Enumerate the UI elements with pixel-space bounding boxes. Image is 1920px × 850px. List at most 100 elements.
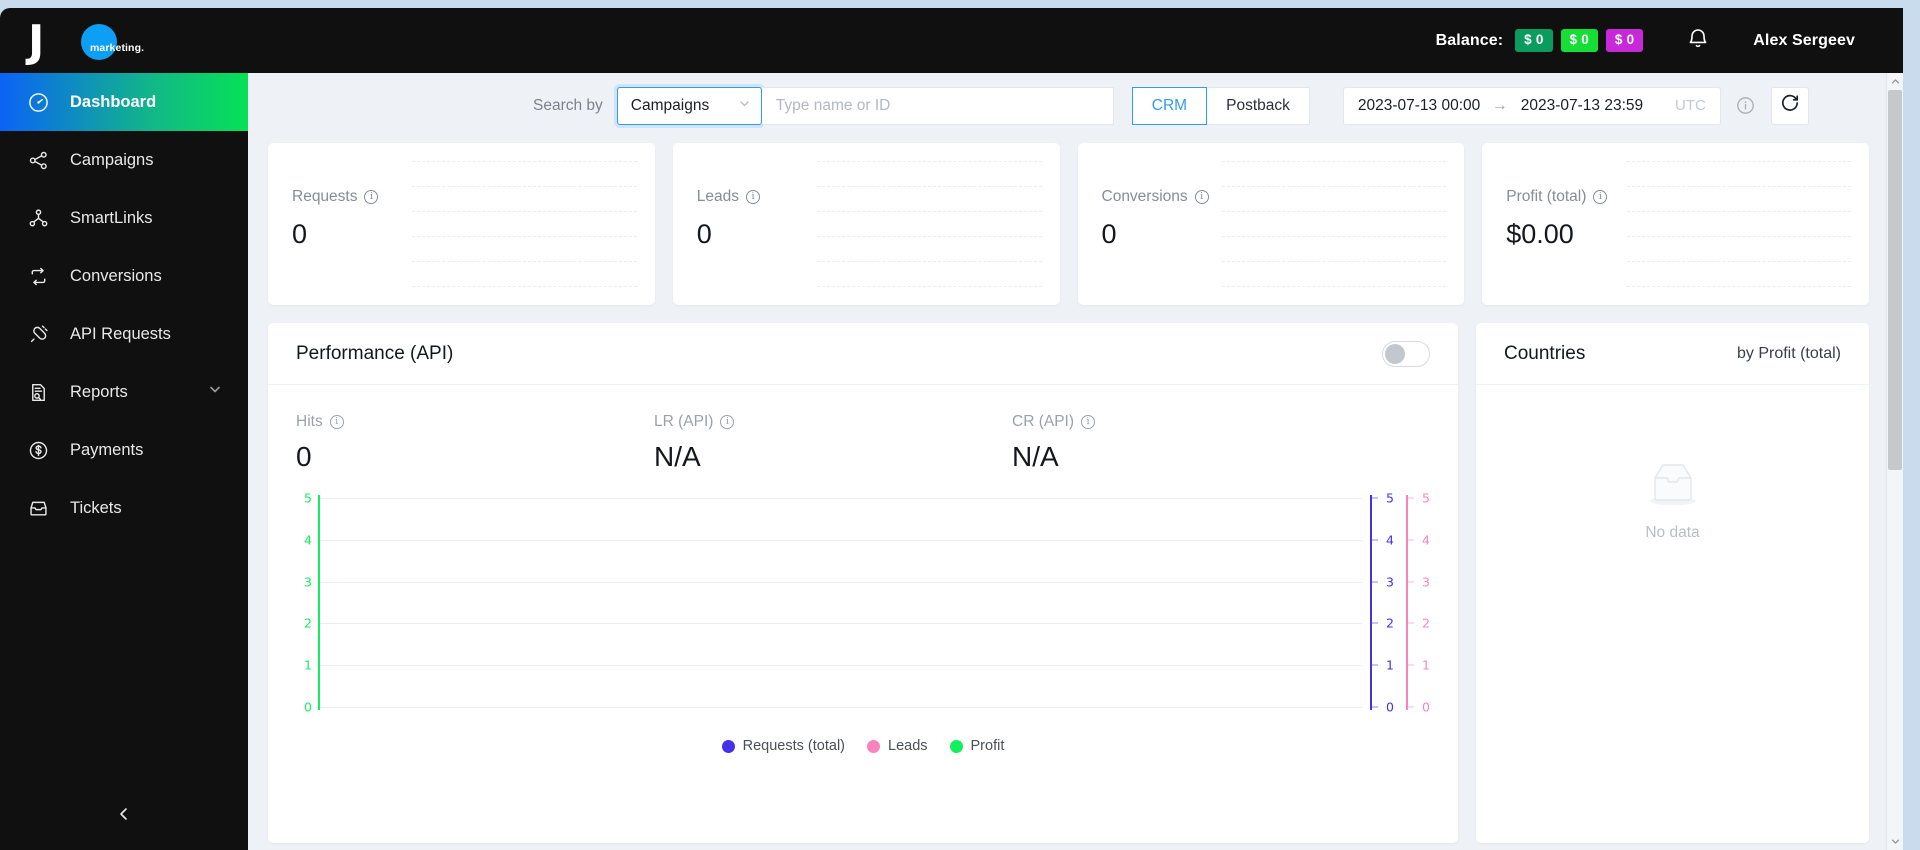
- chevron-down-icon[interactable]: [208, 383, 222, 402]
- chart-gridline: [318, 707, 1362, 708]
- chart-axis-tick-label: 0: [1386, 699, 1394, 715]
- sidebar-item-label: SmartLinks: [70, 208, 153, 227]
- chart-axis-tick-mark: [1408, 539, 1414, 541]
- chart-axis-tick-label: 2: [1386, 615, 1394, 631]
- info-circle-icon[interactable]: i: [745, 190, 760, 204]
- kpi-title-text: Profit (total): [1506, 188, 1587, 205]
- balance-badge[interactable]: $ 0: [1560, 29, 1598, 52]
- kpi-value: 0: [1101, 219, 1117, 249]
- sidebar-item-payments[interactable]: Payments: [0, 421, 248, 479]
- kpi-value: 0: [292, 219, 308, 249]
- info-circle-icon[interactable]: i: [329, 415, 344, 429]
- countries-panel: Countries by Profit (total) No data: [1476, 323, 1869, 843]
- info-circle-icon[interactable]: i: [1593, 190, 1608, 204]
- legend-item-leads[interactable]: Leads: [867, 738, 928, 754]
- info-circle-icon[interactable]: i: [720, 415, 735, 429]
- kpi-title: Requests i: [292, 188, 379, 206]
- scroll-down-button[interactable]: [1887, 833, 1903, 850]
- chart-axis-tick-label: 4: [1422, 532, 1430, 548]
- inbox-icon: [28, 498, 54, 519]
- chart-gridline: [318, 581, 1362, 583]
- chart-axis-tick-mark: [1408, 664, 1414, 666]
- source-segmented-control: CRM Postback: [1131, 86, 1310, 125]
- sidebar-item-api-requests[interactable]: API Requests: [0, 305, 248, 363]
- date-from: 2023-07-13 00:00: [1357, 96, 1481, 114]
- balance-badge[interactable]: $ 0: [1605, 29, 1644, 52]
- kpi-title-text: Conversions: [1101, 188, 1188, 205]
- sidebar-item-label: Payments: [70, 440, 144, 459]
- chart-axis-tick-label: 3: [1422, 574, 1430, 590]
- app-logo[interactable]: J marketing.: [0, 8, 248, 73]
- sidebar-item-dashboard[interactable]: Dashboard: [0, 73, 248, 131]
- sidebar-item-label: Dashboard: [70, 92, 157, 111]
- performance-chart[interactable]: 5 4 3 2 1 0 5 4 3 2 1 0 5 4 3 2 1 0: [304, 491, 1430, 715]
- sidebar-item-reports[interactable]: Reports: [0, 363, 248, 421]
- info-circle-icon[interactable]: i: [364, 190, 379, 204]
- sidebar-item-tickets[interactable]: Tickets: [0, 479, 248, 537]
- chart-axis-tick-label: 0: [1422, 699, 1430, 715]
- kpi-value: 0: [696, 219, 712, 249]
- share-nodes-icon: [28, 150, 54, 171]
- bell-icon[interactable]: [1687, 26, 1709, 55]
- scrollbar-thumb[interactable]: [1888, 90, 1902, 470]
- chart-axis-tick-label: 5: [1386, 490, 1394, 506]
- refresh-button[interactable]: [1770, 86, 1809, 125]
- metric-cr-api: CR (API) i N/A: [1012, 413, 1370, 473]
- dashboard-content: Requests i 0 Leads i 0 Conversions i 0 P…: [248, 138, 1903, 850]
- chart-gridline: [318, 498, 1362, 499]
- info-circle-icon[interactable]: i: [1194, 190, 1209, 204]
- date-range-picker[interactable]: 2023-07-13 00:00 → 2023-07-13 23:59 UTC: [1342, 86, 1721, 125]
- sidebar-collapse-button[interactable]: [0, 790, 248, 842]
- chart-axis-tick-label: 1: [1386, 657, 1394, 673]
- sidebar-item-label: API Requests: [70, 324, 171, 343]
- balance-label: Balance:: [1435, 31, 1504, 49]
- chart-axis-tick-mark: [1372, 497, 1378, 499]
- performance-chart-wrap: 5 4 3 2 1 0 5 4 3 2 1 0 5 4 3 2 1 0 Requests (total) Lead…: [268, 473, 1458, 778]
- sidebar-item-conversions[interactable]: Conversions: [0, 247, 248, 305]
- legend-color-swatch: [949, 739, 963, 753]
- chart-axis-right: [1406, 495, 1408, 710]
- arrow-right-icon: →: [1492, 96, 1508, 114]
- search-input[interactable]: [761, 86, 1114, 125]
- legend-item-requests-total[interactable]: Requests (total): [721, 738, 845, 754]
- vertical-scrollbar[interactable]: [1886, 73, 1903, 850]
- kpi-value: $0.00: [1506, 219, 1574, 249]
- kpi-title-text: Leads: [696, 188, 739, 205]
- chart-gridline: [318, 623, 1362, 625]
- kpi-card-profit-total: Profit (total) i $0.00: [1482, 143, 1869, 305]
- info-circle-icon[interactable]: [1735, 95, 1757, 117]
- metric-label-text: CR (API): [1012, 413, 1074, 430]
- performance-panel-header: Performance (API): [268, 323, 1458, 385]
- info-circle-icon[interactable]: i: [1081, 415, 1095, 429]
- filter-toolbar: Search by Campaigns CRM Postback 2023-07…: [248, 73, 1903, 138]
- sidebar-item-campaigns[interactable]: Campaigns: [0, 131, 248, 189]
- refresh-icon: [1780, 93, 1800, 118]
- chart-axis-tick-label: 1: [304, 657, 312, 673]
- gauge-icon: [28, 92, 54, 113]
- chart-axis-right: [1370, 495, 1372, 710]
- chart-gridline: [318, 665, 1362, 667]
- balance-badge[interactable]: $ 0: [1515, 29, 1553, 52]
- metric-label: Hits i: [296, 413, 654, 431]
- legend-label: Leads: [888, 738, 928, 754]
- page-title: Performance (API): [296, 342, 454, 364]
- chart-axis-tick-label: 4: [304, 532, 312, 548]
- chart-axis-tick-label: 0: [304, 699, 312, 715]
- tab-crm[interactable]: CRM: [1131, 86, 1208, 125]
- user-name[interactable]: Alex Sergeev: [1753, 32, 1855, 50]
- chart-axis-tick-label: 5: [304, 490, 312, 506]
- kpi-title: Leads i: [697, 188, 760, 206]
- panels-row: Performance (API) Hits i 0 LR (API) i N/…: [268, 323, 1869, 843]
- countries-sort-by[interactable]: by Profit (total): [1737, 345, 1841, 363]
- sidebar-item-smartlinks[interactable]: SmartLinks: [0, 189, 248, 247]
- legend-item-profit[interactable]: Profit: [949, 738, 1005, 754]
- metric-value: N/A: [1012, 441, 1059, 472]
- legend-label: Profit: [970, 738, 1005, 754]
- chart-axis-tick-label: 2: [1422, 615, 1430, 631]
- balance-badges: $ 0 $ 0 $ 0: [1515, 29, 1644, 52]
- performance-toggle[interactable]: [1382, 340, 1430, 367]
- empty-state-text: No data: [1645, 524, 1700, 541]
- search-type-select[interactable]: Campaigns: [616, 86, 762, 125]
- tab-postback[interactable]: Postback: [1207, 86, 1310, 125]
- scroll-up-button[interactable]: [1887, 73, 1903, 90]
